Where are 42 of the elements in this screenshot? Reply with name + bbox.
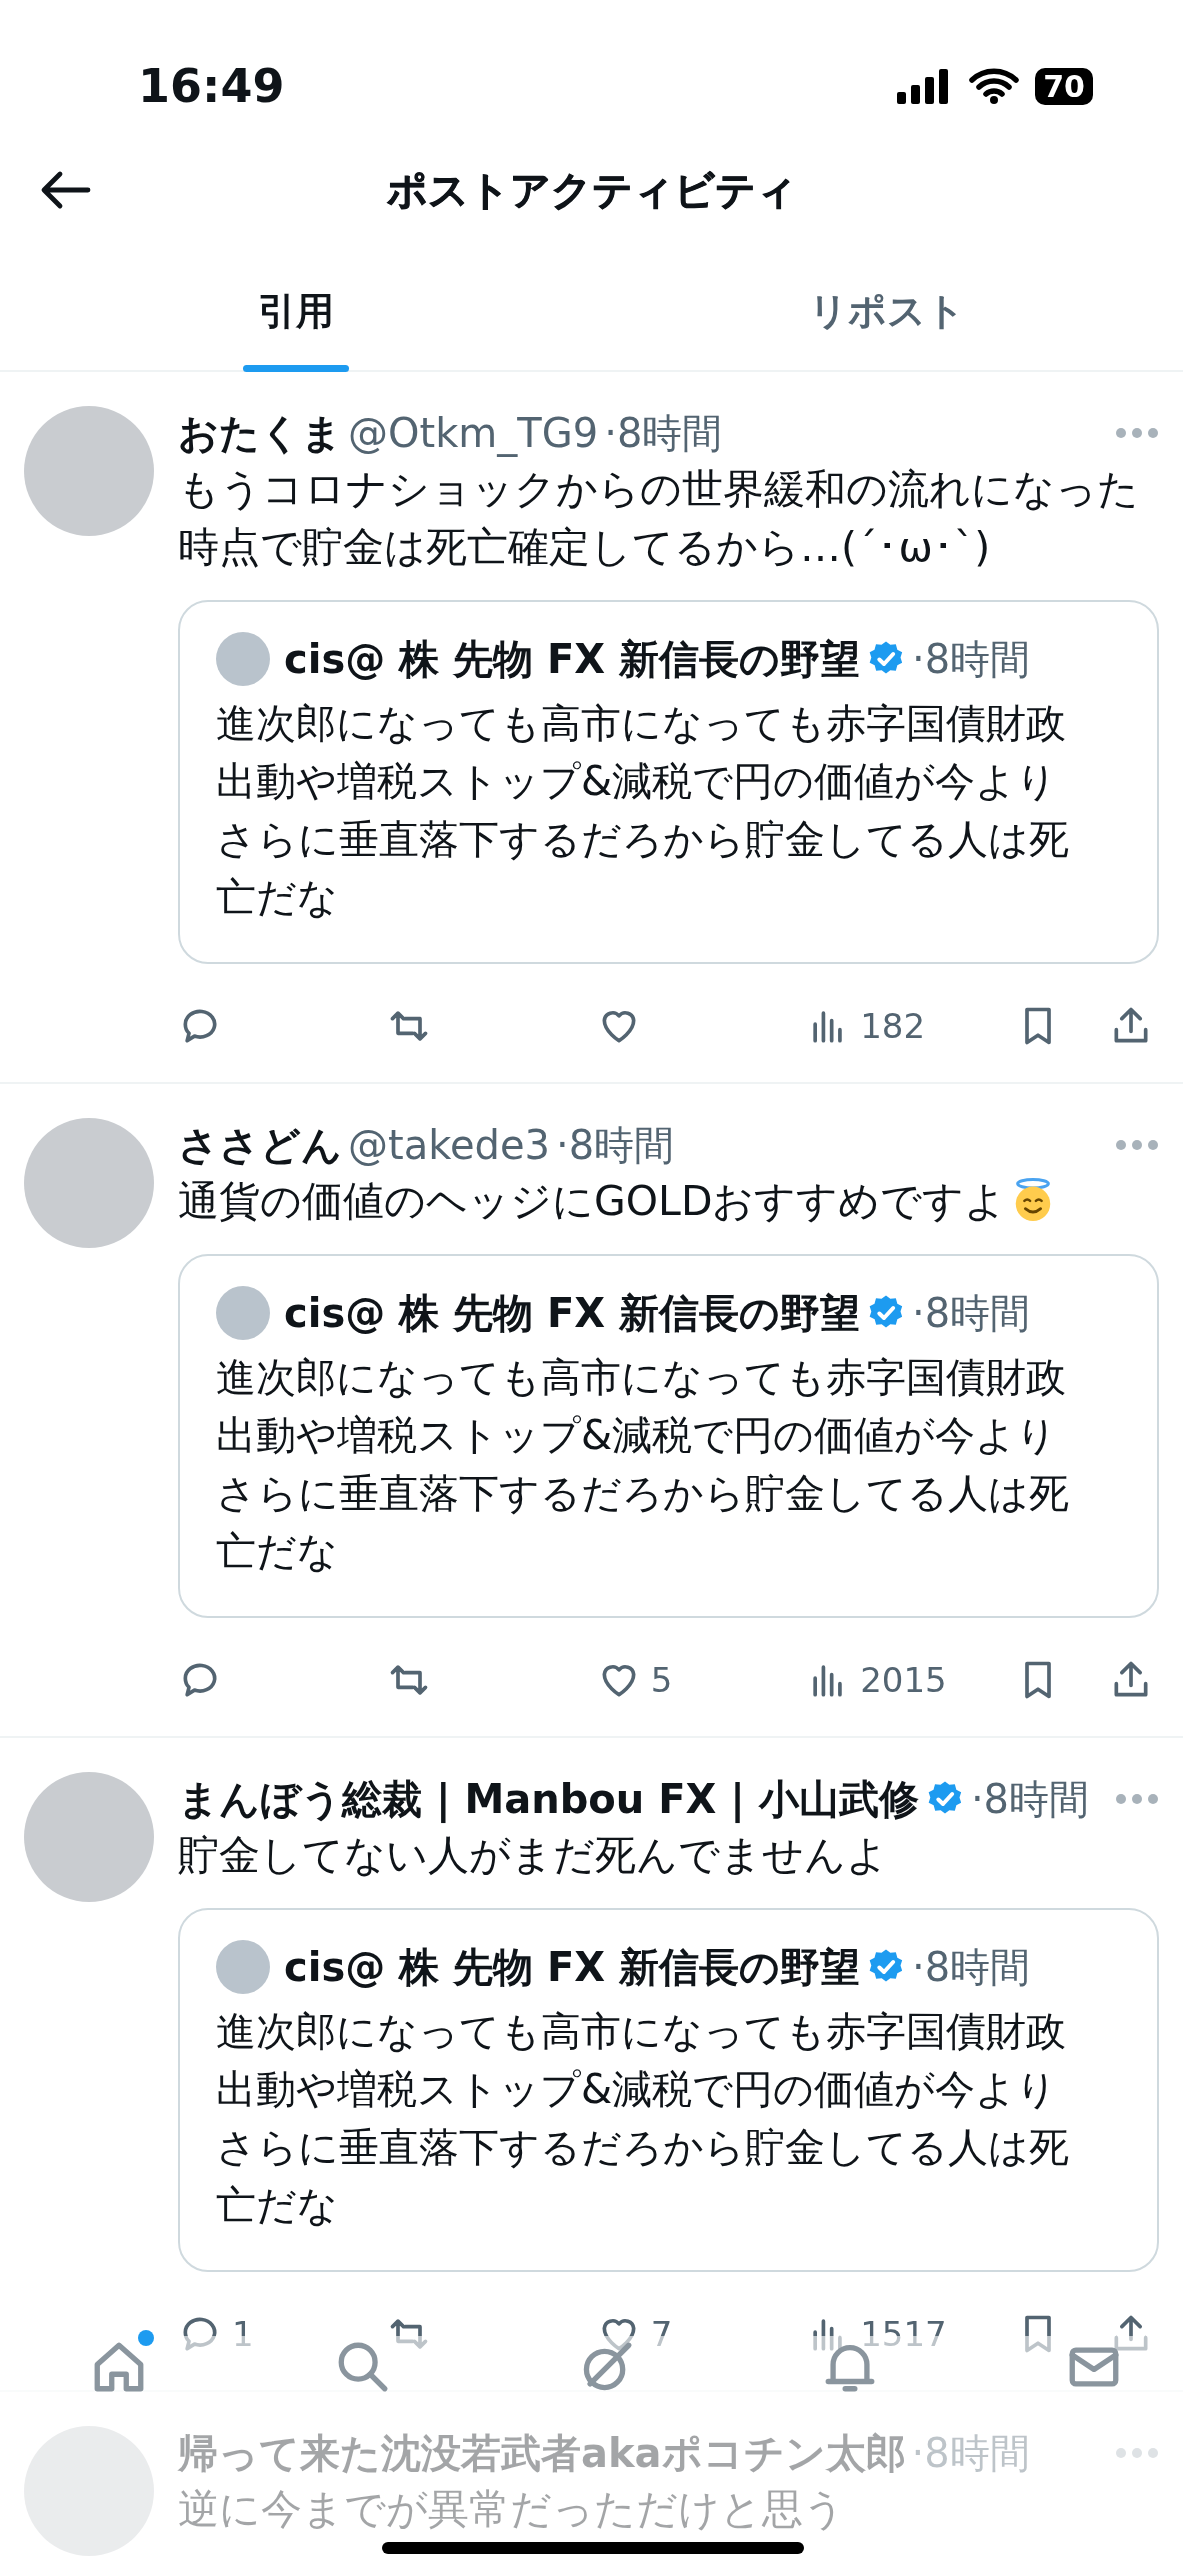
user-name[interactable]: cis@ 株 先物 FX 新信長の野望	[284, 1940, 861, 1994]
post-text: もうコロナショックからの世界緩和の流れになった時点で貯金は死亡確定してるから…(´･ω･`)	[178, 465, 1139, 571]
post-text: 逆に今までが異常だっただけと思う	[178, 2485, 845, 2533]
count: 1517	[860, 2312, 947, 2356]
user-name[interactable]: まんぼう総裁 | Manbou FX | 小山武修	[178, 1772, 919, 1826]
quoted-post-card[interactable]: cis@ 株 先物 FX 新信長の野望 ·8時間 進次郎になっても高市になっても赤字国債財政出動や増税ストップ&減税で円の価値が今よりさらに垂直落下するだろから貯金してる人は死亡だな	[178, 600, 1159, 964]
quoted-post-card[interactable]: cis@ 株 先物 FX 新信長の野望 ·8時間 進次郎になっても高市になっても赤字国債財政出動や増税ストップ&減税で円の価値が今よりさらに垂直落下するだろから貯金してる人は死亡だな	[178, 1908, 1159, 2272]
views-button[interactable]: 182	[806, 1000, 926, 1052]
quoted-post-text: 進次郎になっても高市になっても赤字国債財政出動や増税ストップ&減税で円の価値が今よりさらに垂直落下するだろから貯金してる人は死亡だな	[216, 2007, 1070, 2230]
post-time: ·8時間	[912, 1943, 1031, 1992]
page-title: ポストアクティビティ	[386, 166, 797, 215]
quoted-post-text: 進次郎になっても高市になっても赤字国債財政出動や増税ストップ&減税で円の価値が今よりさらに垂直落下するだろから貯金してる人は死亡だな	[216, 699, 1070, 922]
views-button[interactable]: 2015	[806, 1654, 947, 1706]
count: 1	[232, 2312, 254, 2356]
post-time: ·8時間	[604, 409, 723, 458]
count: 182	[860, 1004, 926, 1048]
quoted-post-card[interactable]: cis@ 株 先物 FX 新信長の野望 ·8時間 進次郎になっても高市になっても赤字国債財政出動や増税ストップ&減税で円の価値が今よりさらに垂直落下するだろから貯金してる人は死亡だな	[178, 1254, 1159, 1618]
count: 2015	[860, 1658, 947, 1702]
post-time: ·8時間	[556, 1121, 675, 1170]
like-button[interactable]: 5	[596, 1654, 673, 1706]
user-handle: @Otkm_TG9	[348, 409, 599, 459]
post-time: ·8時間	[912, 635, 1031, 684]
post-time: ·8時間	[911, 2429, 1030, 2478]
tab[interactable]: リポスト	[591, 283, 1183, 370]
status-time: 16:49	[138, 63, 285, 109]
user-name[interactable]: おたくま	[178, 406, 342, 460]
views-button[interactable]: 1517	[806, 2308, 947, 2360]
like-button[interactable]: 7	[596, 2308, 673, 2360]
user-name[interactable]: cis@ 株 先物 FX 新信長の野望	[284, 632, 861, 686]
reply-button[interactable]: 1	[178, 2308, 254, 2360]
user-name[interactable]: ささどん	[178, 1118, 342, 1172]
user-handle: @takede3	[348, 1121, 550, 1170]
count: 5	[650, 1658, 673, 1702]
post-time: ·8時間	[912, 1289, 1031, 1338]
tab[interactable]: 引用	[0, 283, 592, 370]
quoted-post-text: 進次郎になっても高市になっても赤字国債財政出動や増税ストップ&減税で円の価値が今よりさらに垂直落下するだろから貯金してる人は死亡だな	[216, 1353, 1070, 1576]
post-text: 貯金してない人がまだ死んでませんよ	[178, 1831, 888, 1879]
user-name[interactable]: cis@ 株 先物 FX 新信長の野望	[284, 1286, 861, 1340]
post-text: 通貨の価値のヘッジにGOLDおすすめですよ	[178, 1177, 1007, 1225]
post-time: ·8時間	[970, 1775, 1090, 1824]
battery-indicator: 70	[1035, 67, 1093, 105]
count: 7	[650, 2312, 673, 2356]
